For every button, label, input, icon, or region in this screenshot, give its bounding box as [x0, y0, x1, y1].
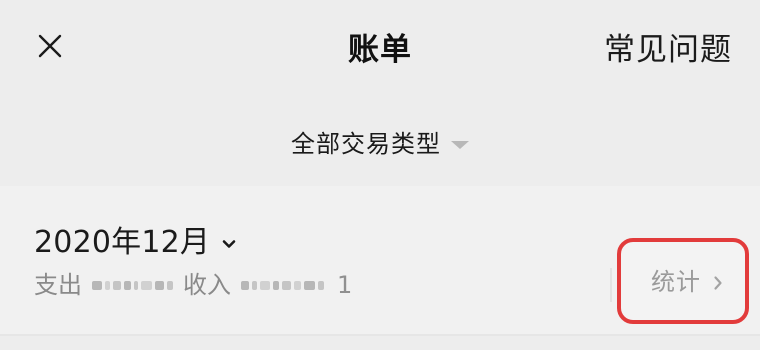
top-header: 账单 常见问题 — [0, 0, 760, 104]
bottom-divider — [0, 334, 760, 336]
transaction-type-label: 全部交易类型 — [291, 130, 441, 158]
transaction-filter-bar: 全部交易类型 — [0, 104, 760, 184]
stats-button[interactable]: 统计 — [651, 266, 727, 298]
income-visible-tail: 1 — [337, 271, 353, 299]
stats-divider — [610, 268, 612, 302]
expense-amount-obscured — [90, 278, 175, 292]
chevron-down-icon — [222, 240, 236, 248]
income-label: 收入 — [183, 271, 231, 299]
stats-label: 统计 — [651, 268, 701, 296]
close-icon — [38, 34, 62, 58]
monthly-summary: 支出 收入 1 — [34, 269, 352, 301]
close-button[interactable] — [22, 18, 78, 74]
transaction-type-filter[interactable]: 全部交易类型 — [0, 104, 760, 184]
month-label: 2020年12月 — [34, 225, 211, 260]
faq-link[interactable]: 常见问题 — [604, 26, 732, 74]
expense-label: 支出 — [34, 271, 82, 299]
income-amount-obscured — [239, 278, 326, 292]
bill-page: 账单 常见问题 全部交易类型 2020年12月 支出 收入 1 统计 — [0, 0, 760, 350]
caret-down-icon — [451, 141, 469, 149]
chevron-right-icon — [714, 275, 722, 290]
month-picker[interactable]: 2020年12月 — [34, 223, 238, 263]
